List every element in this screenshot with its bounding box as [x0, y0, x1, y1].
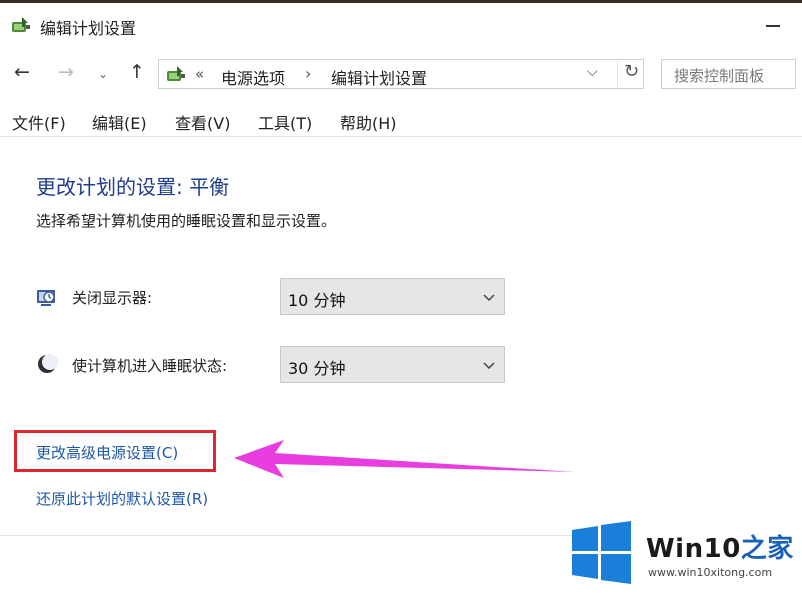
search-placeholder: 搜索控制面板	[674, 67, 765, 85]
divider	[0, 535, 590, 536]
minimize-button[interactable]	[766, 25, 780, 27]
menu-view[interactable]: 查看(V)	[175, 110, 230, 134]
power-options-icon	[12, 17, 30, 32]
forward-arrow-icon[interactable]: →	[58, 62, 74, 82]
monitor-power-icon	[37, 290, 55, 306]
windows-logo-icon	[572, 521, 631, 584]
back-arrow-icon[interactable]: ←	[14, 62, 30, 82]
menu-tools[interactable]: 工具(T)	[258, 110, 312, 134]
chevron-down-icon	[483, 294, 495, 302]
watermark: Win10之家 www.win10xitong.com	[568, 520, 802, 598]
breadcrumb-edit-plan[interactable]: 编辑计划设置	[331, 65, 427, 89]
display-off-select[interactable]: 10 分钟	[280, 278, 505, 315]
annotation-arrow	[234, 440, 575, 478]
watermark-title: Win10之家	[646, 528, 794, 565]
restore-defaults-link[interactable]: 还原此计划的默认设置(R)	[36, 488, 208, 509]
menu-edit[interactable]: 编辑(E)	[92, 110, 147, 134]
breadcrumb-power-options[interactable]: 电源选项	[221, 65, 285, 89]
chevron-down-icon	[483, 362, 495, 370]
refresh-icon[interactable]: ↻	[617, 61, 639, 87]
sleep-label: 使计算机进入睡眠状态:	[72, 357, 228, 375]
title-bar: 编辑计划设置	[0, 3, 802, 47]
address-bar[interactable]: « 电源选项 › 编辑计划设置 ⌵ ↻	[158, 59, 644, 89]
up-arrow-icon[interactable]: ↑	[129, 62, 145, 82]
watermark-title-prefix: Win10	[646, 534, 741, 564]
watermark-title-suffix: 之家	[740, 534, 794, 564]
sleep-value: 30 分钟	[288, 359, 346, 378]
watermark-url: www.win10xitong.com	[648, 566, 773, 579]
breadcrumb-separator-icon[interactable]: ›	[305, 64, 311, 83]
menu-help[interactable]: 帮助(H)	[340, 110, 397, 134]
overflow-chevron-icon[interactable]: «	[195, 65, 204, 83]
highlight-box	[14, 430, 216, 472]
search-input[interactable]: 搜索控制面板	[661, 59, 796, 89]
recent-locations-chevron-icon[interactable]: ⌄	[98, 64, 108, 84]
menu-file[interactable]: 文件(F)	[12, 110, 66, 134]
sleep-select[interactable]: 30 分钟	[280, 346, 505, 383]
address-dropdown-chevron-icon[interactable]: ⌵	[587, 64, 598, 80]
display-off-value: 10 分钟	[288, 291, 346, 310]
window-title: 编辑计划设置	[40, 19, 137, 38]
page-title: 更改计划的设置: 平衡	[36, 175, 230, 199]
navigation-bar: ← → ⌄ ↑ « 电源选项 › 编辑计划设置 ⌵ ↻ 搜索控制面板	[0, 52, 802, 96]
page-subtitle: 选择希望计算机使用的睡眠设置和显示设置。	[36, 212, 337, 230]
display-off-label: 关闭显示器:	[72, 289, 153, 307]
sleep-moon-icon	[38, 354, 58, 373]
menu-bar: 文件(F) 编辑(E) 查看(V) 工具(T) 帮助(H)	[0, 104, 802, 137]
power-options-icon	[167, 66, 185, 81]
